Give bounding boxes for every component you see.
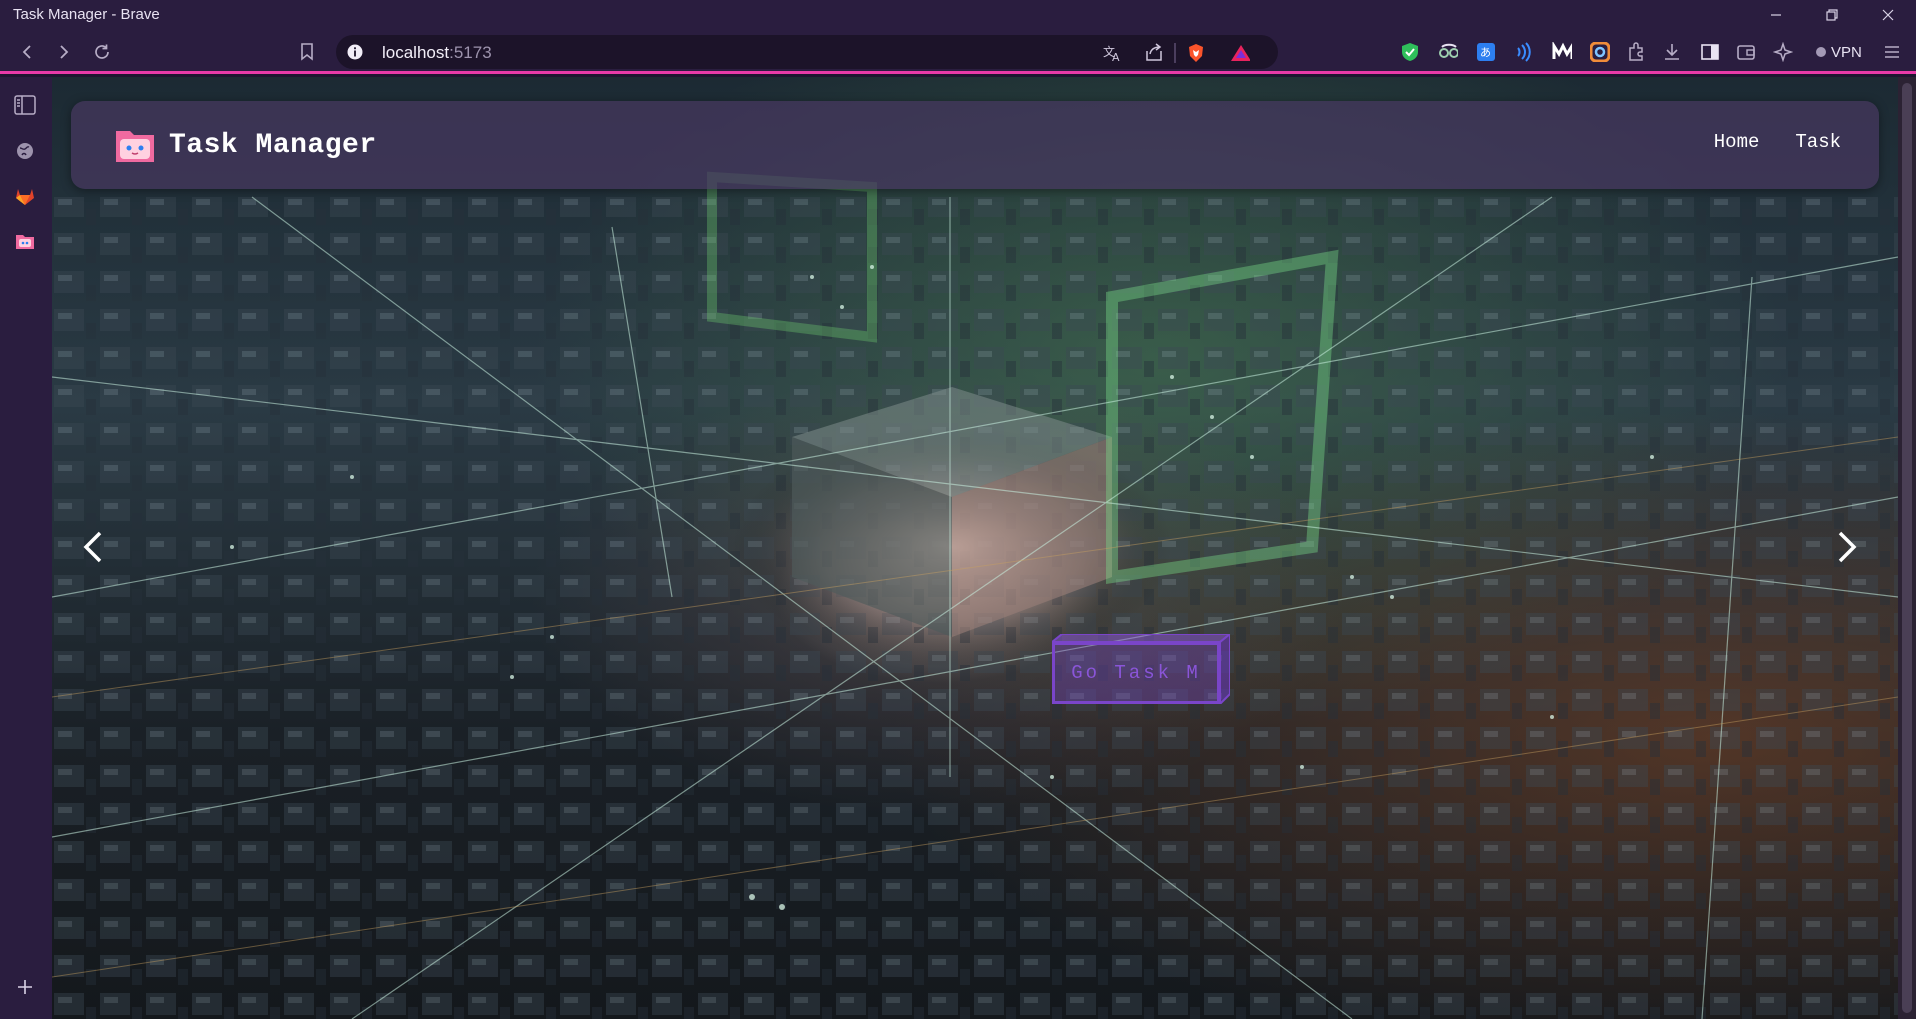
- color-extension-icon[interactable]: [1590, 42, 1610, 62]
- sidebar-toggle-icon[interactable]: [1700, 42, 1720, 62]
- nav-links: Home Task: [1714, 131, 1841, 153]
- nav-link-task[interactable]: Task: [1795, 131, 1841, 153]
- nav-link-home[interactable]: Home: [1714, 131, 1760, 153]
- hero-background-image: [52, 171, 1898, 1019]
- forward-button[interactable]: [51, 39, 77, 65]
- menu-icon[interactable]: [1882, 42, 1902, 62]
- bookmark-button[interactable]: [294, 39, 320, 65]
- window-title: Task Manager - Brave: [13, 6, 160, 23]
- minimize-button[interactable]: [1748, 0, 1804, 29]
- vpn-label: VPN: [1831, 43, 1862, 61]
- folder-logo-icon: [116, 131, 154, 162]
- reload-button[interactable]: [89, 39, 115, 65]
- address-bar[interactable]: localhost:5173 文A: [336, 35, 1278, 69]
- vpn-status-icon: [1816, 47, 1826, 57]
- restore-button[interactable]: [1804, 0, 1860, 29]
- forward-icon: [60, 45, 69, 59]
- bookmark-icon: [301, 43, 313, 61]
- go-task-label: Go Task M: [1071, 662, 1201, 684]
- svg-text:あ: あ: [1480, 46, 1491, 59]
- url-divider: [1174, 43, 1176, 63]
- brave-rewards-icon[interactable]: [1230, 43, 1250, 63]
- downloads-icon[interactable]: [1662, 42, 1682, 62]
- app-navbar: Task Manager Home Task: [71, 101, 1879, 189]
- sidebar-panel-icon[interactable]: [13, 93, 37, 117]
- brand-name: Task Manager: [169, 129, 377, 161]
- carousel-next-icon[interactable]: [1832, 527, 1862, 567]
- close-icon: [1882, 9, 1894, 20]
- wallet-icon[interactable]: [1736, 42, 1756, 62]
- translate-icon[interactable]: 文A: [1102, 43, 1122, 63]
- go-task-button[interactable]: Go Task M: [1052, 634, 1230, 704]
- translator-extension-icon[interactable]: あ: [1476, 42, 1496, 62]
- sidebar-add-icon[interactable]: [13, 975, 37, 999]
- url-port: :5173: [449, 43, 492, 62]
- window-titlebar: Task Manager - Brave: [0, 0, 1916, 29]
- extensions-icon[interactable]: [1626, 42, 1646, 62]
- close-button[interactable]: [1860, 0, 1916, 29]
- share-icon[interactable]: [1144, 43, 1164, 63]
- page-viewport: Task Manager Home Task Go Task M: [52, 77, 1898, 1019]
- browser-toolbar: localhost:5173 文A あ VPN: [0, 29, 1916, 74]
- svg-text:A: A: [1112, 51, 1120, 63]
- browser-sidebar: [0, 77, 52, 1019]
- url-text: localhost:5173: [382, 43, 492, 63]
- m-extension-icon[interactable]: [1552, 42, 1572, 62]
- brand[interactable]: Task Manager: [115, 127, 377, 163]
- glasses-extension-icon[interactable]: [1438, 42, 1458, 62]
- restore-icon: [1826, 8, 1838, 21]
- site-info-icon[interactable]: [346, 43, 364, 61]
- go-task-button-face: Go Task M: [1052, 642, 1220, 704]
- page-scrollbar[interactable]: [1898, 77, 1916, 1019]
- vpn-button[interactable]: VPN: [1810, 41, 1868, 63]
- carousel-prev-icon[interactable]: [78, 527, 108, 567]
- reload-icon: [95, 44, 109, 59]
- minimize-icon: [1771, 13, 1781, 16]
- audio-extension-icon[interactable]: [1514, 42, 1534, 62]
- back-icon: [22, 45, 31, 59]
- back-button[interactable]: [14, 39, 40, 65]
- scrollbar-thumb[interactable]: [1902, 83, 1912, 1013]
- globe-icon[interactable]: [13, 139, 37, 163]
- url-host: localhost: [382, 43, 450, 62]
- task-manager-tab-icon[interactable]: [13, 229, 37, 253]
- shield-extension-icon[interactable]: [1400, 42, 1420, 62]
- leo-ai-icon[interactable]: [1773, 42, 1793, 62]
- brave-shields-icon[interactable]: [1186, 43, 1206, 63]
- gitlab-icon[interactable]: [13, 184, 37, 208]
